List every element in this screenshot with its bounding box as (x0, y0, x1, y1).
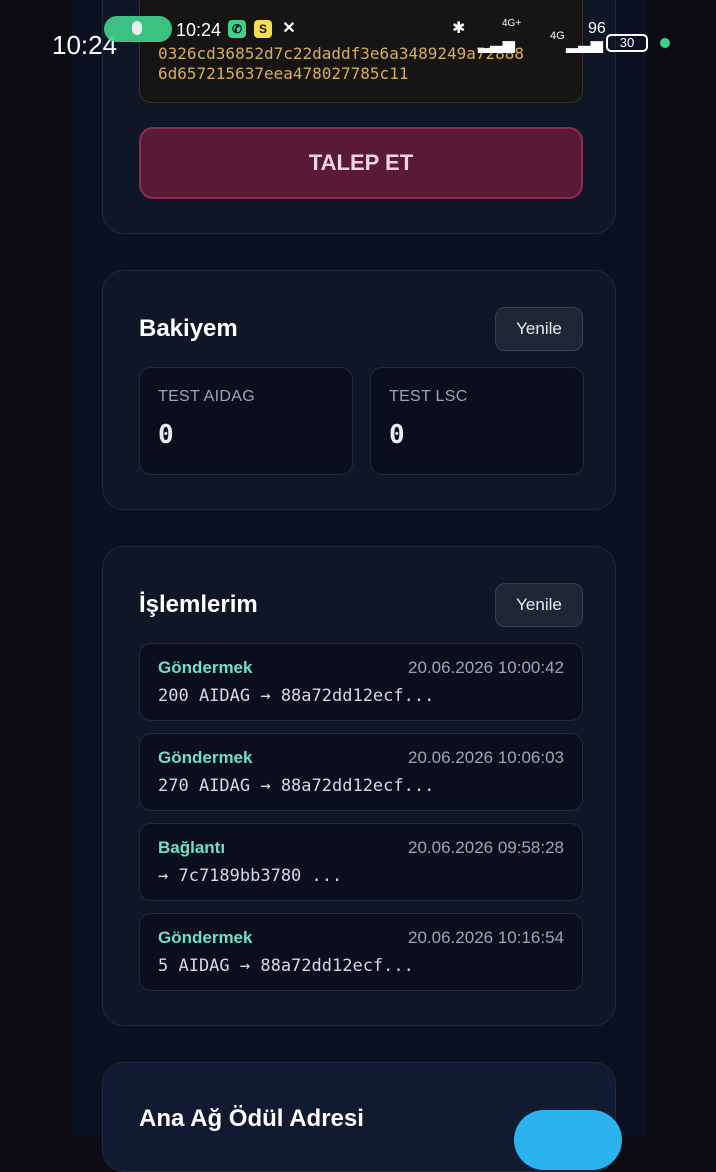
transaction-type: Göndermek (158, 928, 253, 947)
s-app-icon: S (254, 20, 272, 38)
app-page: 0326cd36852d7c22daddf3e6a3489249a72888 6… (72, 0, 646, 1172)
transaction-row[interactable]: Göndermek 20.06.2026 10:00:42 200 AIDAG … (139, 643, 583, 721)
transaction-time: 20.06.2026 10:16:54 (408, 928, 564, 947)
signal-icon: ▂▃▅ (478, 36, 515, 53)
balance-refresh-button[interactable]: Yenile (495, 307, 583, 351)
transaction-type: Bağlantı (158, 838, 226, 857)
bluetooth-icon: ✱ (452, 20, 466, 37)
whatsapp-icon: ✆ (228, 20, 246, 38)
claim-button[interactable]: TALEP ET (139, 127, 583, 199)
transaction-time: 20.06.2026 10:00:42 (408, 658, 564, 677)
transactions-title: İşlemlerim (139, 591, 258, 618)
balance-item-lsc: TEST LSC 0 (370, 367, 584, 475)
transaction-row[interactable]: Göndermek 20.06.2026 10:16:54 5 AIDAG → … (139, 913, 583, 991)
microphone-icon (132, 21, 142, 35)
transaction-detail: 270 AIDAG → 88a72dd12ecf... (158, 776, 435, 796)
balance-value: 0 (158, 420, 174, 450)
ongoing-call-pill[interactable] (104, 16, 172, 42)
transaction-detail: → 7c7189bb3780 ... (158, 866, 343, 886)
battery-icon: 30 (606, 34, 648, 52)
balance-title: Bakiyem (139, 315, 238, 342)
reward-address-title: Ana Ağ Ödül Adresi (139, 1105, 364, 1132)
transaction-time: 20.06.2026 10:06:03 (408, 748, 564, 767)
transaction-type: Göndermek (158, 658, 253, 677)
transaction-row[interactable]: Göndermek 20.06.2026 10:06:03 270 AIDAG … (139, 733, 583, 811)
balance-item-aidag: TEST AIDAG 0 (139, 367, 353, 475)
network-type-2: 4G (550, 30, 565, 42)
status-clock-small: 10:24 (176, 20, 222, 40)
transaction-time: 20.06.2026 09:58:28 (408, 838, 564, 857)
status-bar: 10:24 10:24 ✆ S ✕ ✱ 4G+ ▂▃▅ 4G ▂▃▅ 96 30 (0, 0, 716, 80)
balance-card: Bakiyem Yenile TEST AIDAG 0 TEST LSC 0 (102, 270, 616, 510)
transactions-card: İşlemlerim Yenile Göndermek 20.06.2026 1… (102, 546, 616, 1026)
x-app-icon: ✕ (282, 20, 296, 37)
transaction-detail: 5 AIDAG → 88a72dd12ecf... (158, 956, 414, 976)
balance-label: TEST AIDAG (158, 388, 255, 405)
balance-value: 0 (389, 420, 405, 450)
battery-percent: 96 (588, 20, 606, 37)
privacy-indicator-icon (660, 38, 670, 48)
transaction-row[interactable]: Bağlantı 20.06.2026 09:58:28 → 7c7189bb3… (139, 823, 583, 901)
transaction-type: Göndermek (158, 748, 253, 767)
transactions-refresh-button[interactable]: Yenile (495, 583, 583, 627)
network-type: 4G+ (502, 18, 522, 29)
balance-label: TEST LSC (389, 388, 468, 405)
floating-action-button[interactable] (514, 1110, 622, 1170)
transaction-detail: 200 AIDAG → 88a72dd12ecf... (158, 686, 435, 706)
